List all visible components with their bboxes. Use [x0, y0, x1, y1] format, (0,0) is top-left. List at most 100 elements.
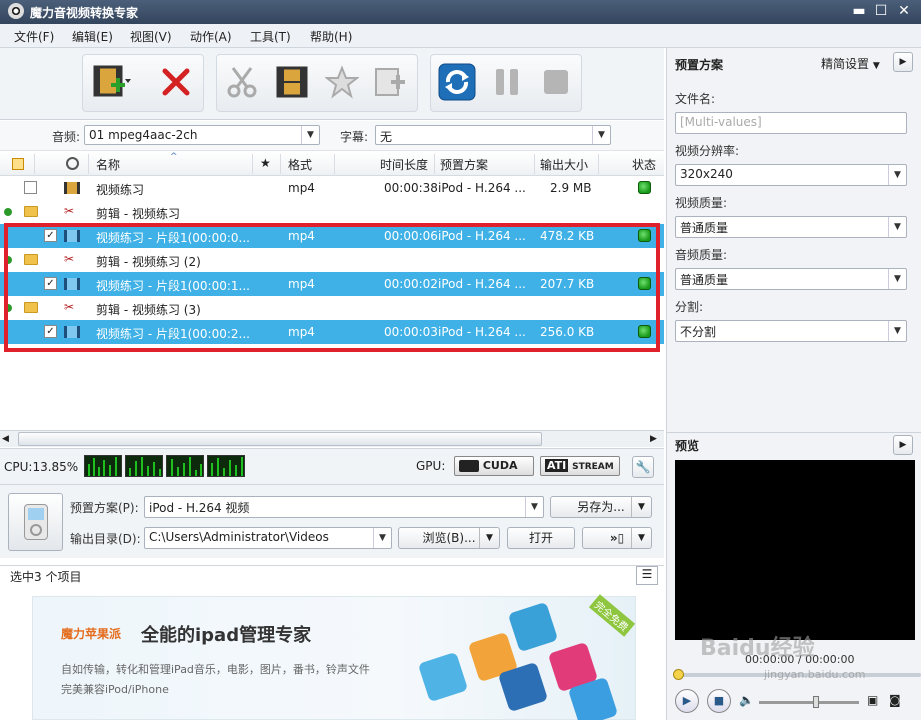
- resolution-label: 视频分辨率:: [675, 144, 740, 158]
- cut-button[interactable]: [222, 62, 262, 102]
- merge-button[interactable]: [370, 62, 410, 102]
- chevron-down-icon[interactable]: ▼: [631, 497, 651, 517]
- film-icon: [64, 182, 80, 194]
- baidu-watermark: Baidu经验: [700, 630, 815, 662]
- pause-button[interactable]: [487, 62, 527, 102]
- log-list-icon[interactable]: ☰: [636, 566, 658, 585]
- browse-button[interactable]: 浏览(B)... ▼: [398, 527, 500, 549]
- camera-icon[interactable]: ◙: [889, 693, 901, 707]
- clip-film-button[interactable]: [272, 62, 312, 102]
- row-format: mp4: [288, 181, 315, 195]
- gpu-settings-button[interactable]: 🔧: [632, 456, 654, 478]
- audio-label: 音频:: [52, 130, 81, 144]
- audio-quality-select[interactable]: 普通质量 ▼: [675, 268, 907, 290]
- preview-collapse-button[interactable]: ▶: [893, 435, 913, 455]
- output-settings: 预置方案(P): iPod - H.264 视频 ▼ 另存为... ▼ 输出目录…: [0, 484, 664, 558]
- select-all-checkbox[interactable]: [12, 158, 24, 170]
- scrollbar-thumb[interactable]: [18, 432, 542, 446]
- cpu-graph-1: [84, 455, 122, 477]
- seek-handle[interactable]: [673, 669, 684, 680]
- remove-button[interactable]: [156, 62, 196, 102]
- device-button[interactable]: [8, 493, 63, 551]
- audio-track-select[interactable]: 01 mpeg4aac-2ch ▼: [84, 125, 320, 145]
- ati-label: ATI: [545, 459, 569, 472]
- horizontal-scrollbar[interactable]: ◀ ▶: [0, 430, 664, 447]
- row-checkbox[interactable]: [24, 181, 37, 194]
- output-dir-select[interactable]: C:\Users\Administrator\Videos ▼: [144, 527, 392, 549]
- resolution-value: 320x240: [680, 167, 733, 181]
- table-row[interactable]: 视频练习 mp4 00:00:38 iPod - H.264 ... 2.9 M…: [0, 176, 664, 200]
- audio-track-value: 01 mpeg4aac-2ch: [89, 128, 198, 142]
- menu-file[interactable]: 文件(F): [14, 28, 54, 45]
- row-name: 视频练习: [96, 183, 145, 197]
- menu-tools[interactable]: 工具(T): [250, 28, 291, 45]
- column-duration[interactable]: 时间长度: [380, 156, 428, 173]
- preset-label: 预置方案(P):: [70, 501, 139, 515]
- transfer-to-device-button[interactable]: »▯ ▼: [582, 527, 652, 549]
- panel-collapse-button[interactable]: ▶: [893, 52, 913, 72]
- split-select[interactable]: 不分割 ▼: [675, 320, 907, 342]
- close-button[interactable]: ✕: [895, 2, 913, 20]
- menu-edit[interactable]: 编辑(E): [72, 28, 113, 45]
- filename-label: 文件名:: [675, 92, 716, 106]
- menu-view[interactable]: 视图(V): [130, 28, 172, 45]
- stop-button[interactable]: [536, 62, 576, 102]
- column-status[interactable]: 状态: [632, 156, 656, 173]
- chevron-down-icon: ▼: [888, 165, 906, 185]
- add-video-icon: [93, 65, 131, 97]
- preset-panel: 预置方案 精简设置 ▼ ▶ 文件名: [Multi-values] 视频分辨率:…: [666, 48, 921, 432]
- chevron-down-icon[interactable]: ▼: [479, 528, 499, 548]
- resolution-select[interactable]: 320x240 ▼: [675, 164, 907, 186]
- chevron-down-icon: ▼: [373, 528, 391, 548]
- save-as-button[interactable]: 另存为... ▼: [550, 496, 652, 518]
- stop-playback-button[interactable]: ■: [707, 689, 731, 713]
- ati-stream-badge[interactable]: ATI STREAM: [540, 456, 620, 476]
- cpu-graph-4: [207, 455, 245, 477]
- subtitle-select[interactable]: 无 ▼: [375, 125, 611, 145]
- audio-subtitle-row: 音频: 01 mpeg4aac-2ch ▼ 字幕: 无 ▼: [0, 121, 664, 151]
- column-star[interactable]: ★: [260, 156, 271, 170]
- volume-handle[interactable]: [813, 696, 819, 708]
- convert-button[interactable]: [437, 62, 477, 102]
- maximize-button[interactable]: ☐: [872, 2, 890, 20]
- column-format[interactable]: 格式: [288, 156, 312, 173]
- row-duration: 00:00:38: [384, 181, 438, 195]
- cuda-badge[interactable]: CUDA: [454, 456, 534, 476]
- ad-banner[interactable]: 魔力苹果派 全能的ipad管理专家 自如传输，转化和管理iPad音乐，电影，图片…: [32, 594, 636, 720]
- column-size[interactable]: 输出大小: [540, 156, 588, 173]
- highlight-box: [4, 223, 660, 352]
- effects-button[interactable]: [322, 62, 362, 102]
- audio-quality-value: 普通质量: [680, 273, 729, 287]
- open-button[interactable]: 打开: [507, 527, 575, 549]
- scissors-icon: ✂: [64, 204, 75, 218]
- filename-input[interactable]: [Multi-values]: [675, 112, 907, 134]
- column-preset[interactable]: 预置方案: [440, 156, 488, 173]
- play-button[interactable]: ▶: [675, 689, 699, 713]
- snapshot-icon[interactable]: ▣: [867, 693, 878, 707]
- preset-select[interactable]: iPod - H.264 视频 ▼: [144, 496, 544, 518]
- group-row[interactable]: ✂ 剪辑 - 视频练习: [0, 200, 664, 224]
- menu-action[interactable]: 动作(A): [190, 28, 232, 45]
- scroll-left-icon[interactable]: ◀: [2, 433, 14, 445]
- settings-mode-label: 精简设置: [821, 57, 870, 71]
- volume-icon[interactable]: 🔈: [739, 693, 754, 707]
- add-video-button[interactable]: [92, 62, 132, 102]
- minimize-button[interactable]: ▬: [850, 2, 868, 20]
- video-quality-select[interactable]: 普通质量 ▼: [675, 216, 907, 238]
- settings-mode-toggle[interactable]: 精简设置 ▼: [821, 55, 880, 72]
- scroll-right-icon[interactable]: ▶: [650, 433, 662, 445]
- split-label: 分割:: [675, 300, 704, 314]
- ad-brand: 魔力苹果派: [61, 627, 122, 641]
- collapse-icon[interactable]: [4, 208, 12, 216]
- chevron-down-icon[interactable]: ▼: [631, 528, 651, 548]
- merge-icon: [375, 68, 405, 96]
- cuda-label: CUDA: [482, 459, 518, 472]
- volume-slider[interactable]: [759, 696, 859, 708]
- preview-title: 预览: [675, 439, 700, 453]
- column-name[interactable]: 名称: [96, 156, 120, 173]
- menu-help[interactable]: 帮助(H): [310, 28, 352, 45]
- wrench-icon: 🔧: [635, 460, 651, 474]
- chevron-down-icon: ▼: [872, 61, 880, 71]
- ipod-icon: [24, 504, 48, 540]
- preset-panel-title: 预置方案: [675, 58, 724, 72]
